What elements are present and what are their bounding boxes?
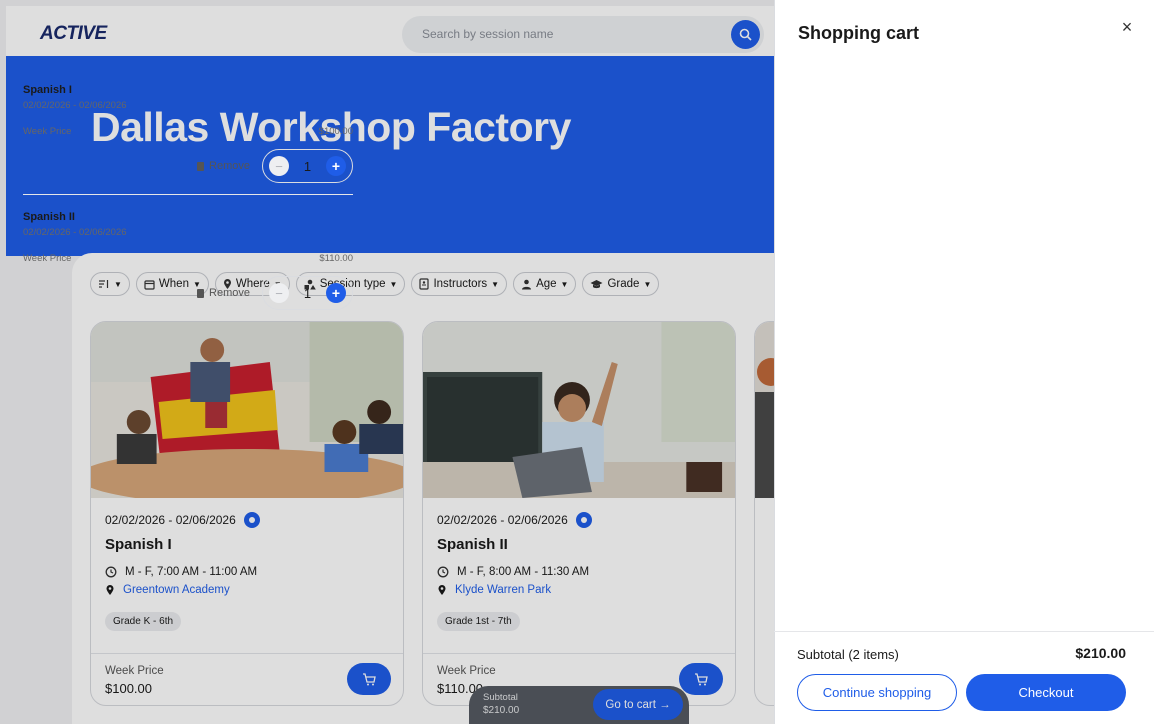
remove-label: Remove (209, 287, 250, 299)
increment-button[interactable]: + (325, 283, 346, 303)
drawer-title: Shopping cart (798, 23, 919, 43)
cart-item-actions: Remove − 1 + (197, 276, 353, 310)
cart-item-name: Spanish II (23, 211, 75, 223)
increment-button[interactable]: + (325, 156, 346, 176)
quantity-stepper: − 1 + (262, 149, 353, 183)
price-label: Week Price (23, 253, 72, 264)
quantity-value: 1 (303, 285, 312, 301)
remove-button[interactable]: Remove (197, 160, 250, 172)
decrement-button[interactable]: − (269, 283, 289, 303)
close-icon[interactable]: × (1118, 18, 1136, 36)
trash-icon (197, 288, 205, 298)
cart-item: Spanish I 02/02/2026 - 02/06/2026 Week P… (23, 84, 353, 183)
checkout-button[interactable]: Checkout (966, 674, 1126, 711)
divider (774, 631, 1154, 632)
decrement-button[interactable]: − (269, 156, 289, 176)
subtotal-value: $210.00 (1075, 645, 1126, 661)
cart-item-price-row: Week Price $110.00 (23, 253, 353, 264)
price-value: $110.00 (319, 253, 353, 264)
quantity-value: 1 (303, 158, 312, 174)
continue-shopping-button[interactable]: Continue shopping (797, 674, 957, 711)
cart-item-dates: 02/02/2026 - 02/06/2026 (23, 100, 127, 111)
divider (23, 194, 353, 195)
shopping-cart-drawer: Shopping cart × (774, 0, 1154, 724)
price-value: $100.00 (318, 126, 353, 137)
quantity-stepper: − 1 + (262, 276, 353, 310)
cart-item-dates: 02/02/2026 - 02/06/2026 (23, 227, 127, 238)
subtotal-label: Subtotal (2 items) (797, 647, 899, 662)
cart-item-name: Spanish I (23, 84, 72, 96)
remove-button[interactable]: Remove (197, 287, 250, 299)
trash-icon (197, 161, 205, 171)
cart-item-price-row: Week Price $100.00 (23, 126, 353, 137)
cart-item-actions: Remove − 1 + (197, 149, 353, 183)
price-label: Week Price (23, 126, 72, 137)
remove-label: Remove (209, 160, 250, 172)
cart-item: Spanish II 02/02/2026 - 02/06/2026 Week … (23, 211, 353, 310)
